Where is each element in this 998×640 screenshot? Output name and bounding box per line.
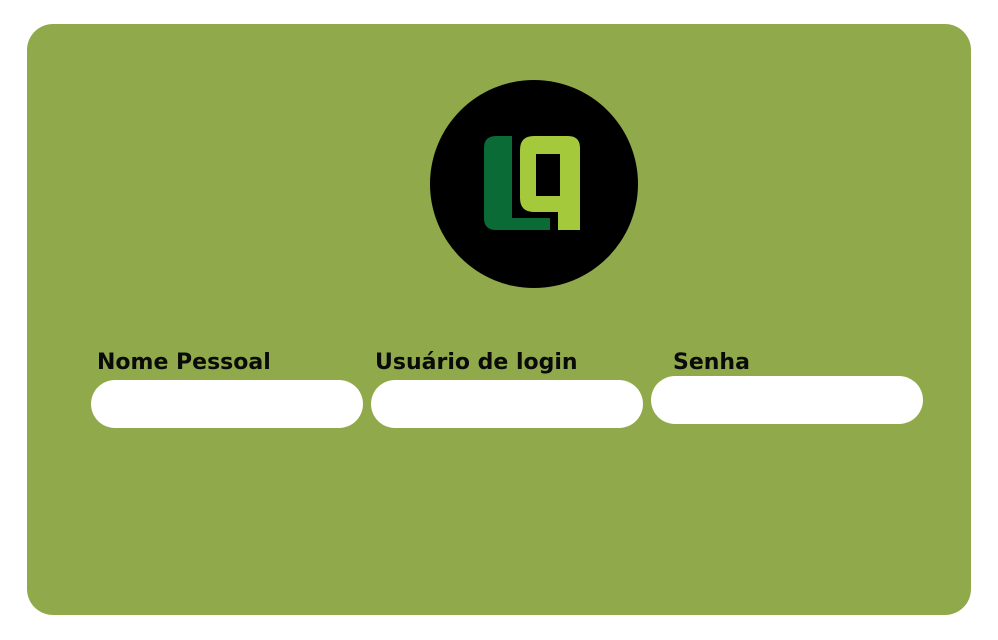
logo-right-shape — [520, 136, 580, 230]
usuario-login-input[interactable] — [371, 380, 643, 428]
lq-logo-icon — [484, 136, 580, 230]
login-card: Nome Pessoal Usuário de login Senha — [27, 24, 971, 615]
nome-pessoal-label: Nome Pessoal — [97, 350, 271, 375]
senha-input[interactable] — [651, 376, 923, 424]
logo — [430, 80, 638, 288]
usuario-login-label: Usuário de login — [375, 350, 578, 375]
nome-pessoal-input[interactable] — [91, 380, 363, 428]
senha-label: Senha — [673, 350, 750, 375]
